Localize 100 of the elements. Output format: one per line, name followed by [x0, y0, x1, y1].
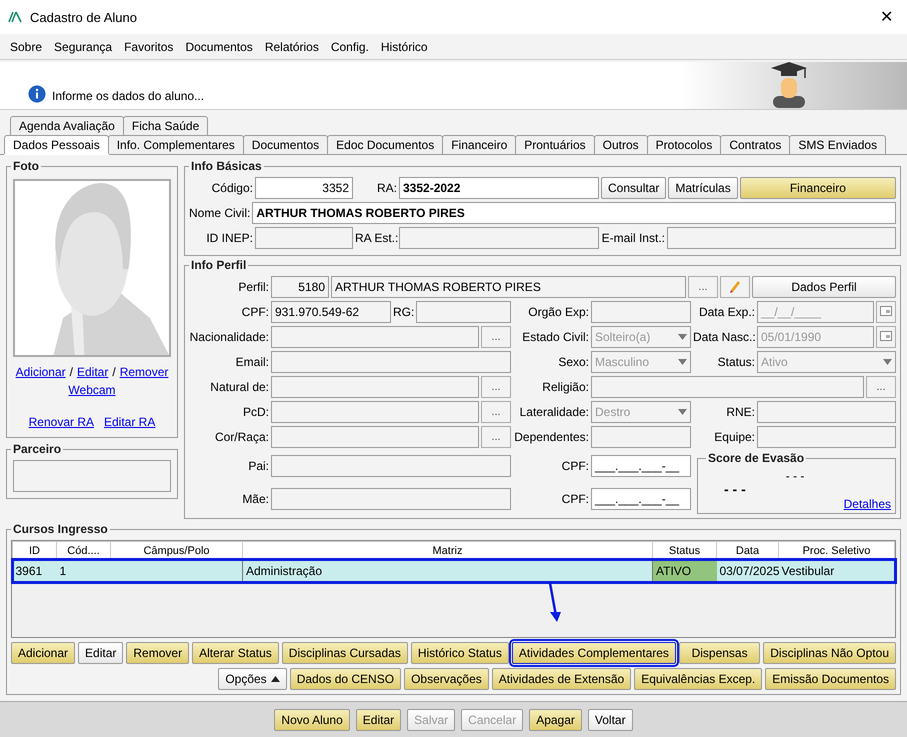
text-field[interactable] [271, 488, 511, 510]
menu-item[interactable]: Config. [324, 38, 375, 56]
details-link[interactable]: Detalhes [844, 497, 891, 511]
field-label: Nome Civil: [189, 206, 250, 220]
action-button[interactable]: Adicionar [11, 642, 76, 664]
column-header[interactable]: Câmpus/Polo [110, 542, 242, 560]
caret-up-icon [270, 676, 280, 682]
field-label: Perfil: [237, 280, 269, 294]
lookup-button[interactable]: ... [481, 426, 511, 448]
calendar-button[interactable] [876, 326, 896, 348]
text-field[interactable] [757, 401, 896, 423]
tab[interactable]: Dados Pessoais [4, 135, 109, 154]
ra-link[interactable]: Editar RA [104, 415, 156, 429]
calendar-button[interactable] [876, 301, 896, 323]
course-row[interactable]: 3961 1 Administração ATIVO 03/07/2025 Vestibular [12, 560, 894, 582]
menu-item[interactable]: Favoritos [118, 38, 180, 56]
edit-button[interactable] [720, 276, 750, 298]
partner-field[interactable] [13, 460, 171, 492]
dropdown-caret-icon [678, 334, 687, 340]
calendar-icon [880, 330, 892, 340]
action-button[interactable]: Alterar Status [192, 642, 279, 664]
tab[interactable]: Info. Complementares [108, 135, 244, 154]
action-button[interactable]: Dados do CENSO [290, 668, 402, 690]
ra-link[interactable]: Renovar RA [28, 415, 94, 429]
field-label: Sexo: [557, 355, 589, 369]
lookup-field[interactable] [591, 376, 864, 398]
text-field[interactable] [416, 301, 511, 323]
column-header[interactable]: Data [716, 542, 778, 560]
group-title: Foto [12, 159, 40, 173]
action-button[interactable]: Atividades de Extensão [492, 668, 632, 690]
profile-data-button[interactable]: Dados Perfil [752, 276, 896, 298]
name-field[interactable]: ARTHUR THOMAS ROBERTO PIRES [252, 202, 896, 224]
action-button[interactable]: Histórico Status [410, 642, 509, 664]
profile-code-field[interactable]: 5180 [271, 276, 329, 298]
text-field[interactable] [271, 351, 511, 373]
tab[interactable]: Agenda Avaliação [10, 116, 124, 135]
action-button[interactable]: Atividades Complementares [512, 642, 676, 664]
info-icon [28, 85, 46, 103]
action-button[interactable]: Editar [356, 708, 402, 730]
action-button[interactable]: Novo Aluno [274, 708, 350, 730]
code-field[interactable]: 3352 [255, 177, 353, 199]
lookup-button[interactable]: ... [481, 376, 511, 398]
lookup-button[interactable]: ... [481, 326, 511, 348]
text-field[interactable] [757, 426, 896, 448]
column-header[interactable]: ID [12, 542, 56, 560]
lookup-field[interactable] [271, 426, 479, 448]
ra-field[interactable]: 3352-2022 [399, 177, 599, 199]
field-label: Nacionalidade: [189, 330, 269, 344]
dropdown-caret-icon [678, 409, 687, 415]
field-label: Mãe: [241, 492, 269, 506]
column-header[interactable]: Matriz [242, 542, 652, 560]
action-button[interactable]: Opções [218, 668, 287, 690]
lookup-field[interactable] [271, 326, 479, 348]
photo-link[interactable]: Adicionar [16, 365, 66, 379]
tab[interactable]: Ficha Saúde [122, 116, 208, 135]
menu-item[interactable]: Segurança [48, 38, 118, 56]
action-button[interactable]: Dispensas [678, 642, 760, 664]
pencil-icon [728, 278, 742, 292]
cpf-field[interactable]: ___.___.___-__ [591, 455, 691, 477]
action-button[interactable]: Editar [78, 642, 124, 664]
action-button[interactable]: Voltar [588, 708, 633, 730]
text-field[interactable] [271, 455, 511, 477]
photo-link[interactable]: Remover [120, 365, 168, 379]
table-cell: ATIVO [652, 560, 716, 582]
action-button[interactable]: Financeiro [740, 177, 896, 199]
column-header[interactable]: Status [652, 542, 716, 560]
action-button[interactable]: Matrículas [668, 177, 738, 199]
tab[interactable]: SMS Enviados [789, 135, 886, 154]
close-button[interactable]: ✕ [874, 7, 899, 27]
action-button[interactable]: Emissão Documentos [765, 668, 896, 690]
cpf-field[interactable]: ___.___.___-__ [591, 488, 691, 510]
action-button[interactable]: Disciplinas Cursadas [282, 642, 408, 664]
action-button[interactable]: Consultar [601, 177, 666, 199]
text-field[interactable]: 931.970.549-62 [271, 301, 391, 323]
column-header[interactable]: Proc. Seletivo [778, 542, 894, 560]
text-field[interactable] [399, 227, 599, 249]
action-button[interactable]: Remover [126, 642, 190, 664]
field-label: Email: [234, 355, 269, 369]
text-field[interactable] [591, 301, 691, 323]
menu-item[interactable]: Documentos [179, 38, 259, 56]
lookup-button[interactable]: ... [481, 401, 511, 423]
lookup-field[interactable] [271, 376, 479, 398]
action-button[interactable]: Observações [404, 668, 489, 690]
action-button[interactable]: Apagar [529, 708, 582, 730]
action-button[interactable]: Equivalências Excep. [634, 668, 762, 690]
menu-item[interactable]: Relatórios [258, 38, 325, 56]
lookup-button[interactable]: ... [688, 276, 718, 298]
webcam-link[interactable]: Webcam [68, 383, 116, 397]
lookup-field[interactable] [271, 401, 479, 423]
photo-link[interactable]: Editar [76, 365, 108, 379]
menu-item[interactable]: Histórico [374, 38, 434, 56]
text-field[interactable] [667, 227, 896, 249]
text-field[interactable] [591, 426, 691, 448]
profile-name-field[interactable]: ARTHUR THOMAS ROBERTO PIRES [331, 276, 686, 298]
action-button[interactable]: Disciplinas Não Optou [763, 642, 896, 664]
field-label: ID INEP: [205, 231, 253, 245]
menu-item[interactable]: Sobre [4, 38, 48, 56]
text-field[interactable] [255, 227, 353, 249]
column-header[interactable]: Cód.... [56, 542, 110, 560]
lookup-button[interactable]: ... [866, 376, 896, 398]
